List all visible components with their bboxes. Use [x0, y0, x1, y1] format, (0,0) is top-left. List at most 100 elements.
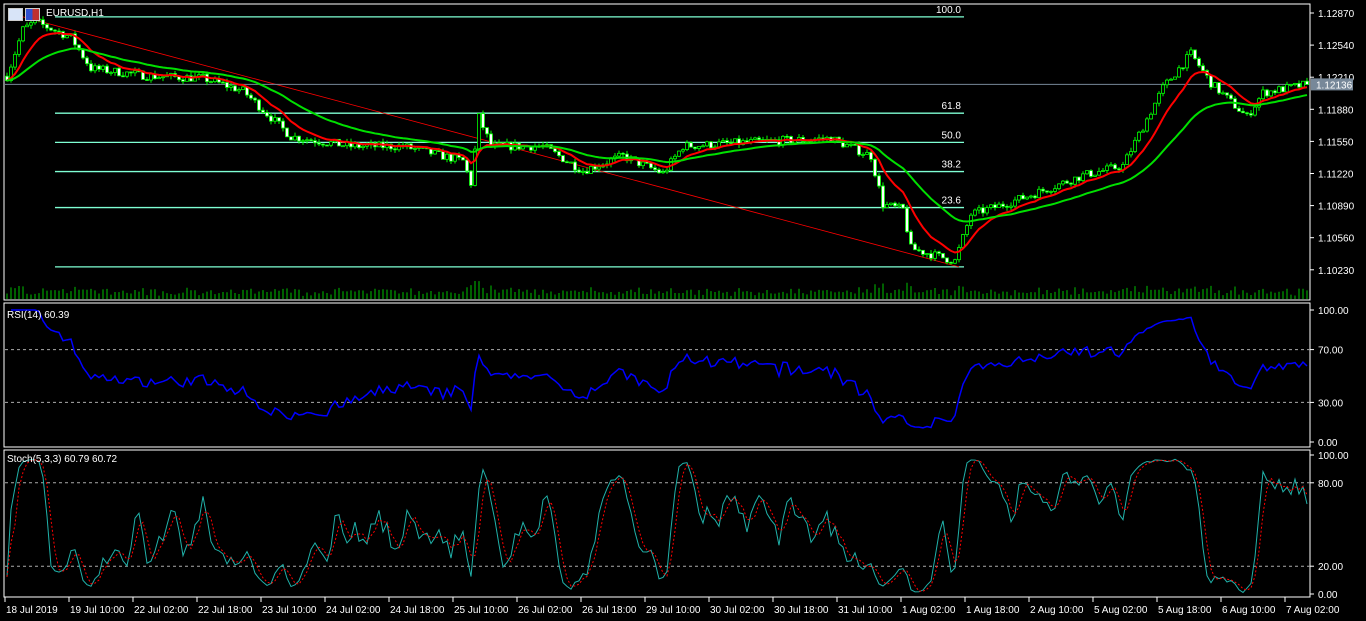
bull-candle-body	[453, 154, 457, 162]
bull-candle-body	[1213, 82, 1217, 88]
bull-candle-body	[65, 35, 69, 39]
bull-candle-body	[1037, 188, 1041, 199]
bull-candle-body	[985, 207, 989, 214]
rsi-tick-label: 0.00	[1318, 438, 1338, 449]
bear-candle-body	[1249, 113, 1253, 116]
bear-candle-body	[709, 141, 713, 149]
bull-candle-body	[341, 145, 345, 148]
bear-candle-body	[249, 94, 253, 99]
bear-candle-body	[465, 159, 469, 172]
fibo-level-label: 38.2	[942, 160, 962, 171]
time-tick-label: 2 Aug 10:00	[1030, 605, 1084, 616]
time-tick-label: 18 Jul 2019	[6, 605, 58, 616]
bear-candle-body	[981, 207, 985, 214]
bear-candle-body	[873, 158, 877, 177]
bear-candle-body	[97, 65, 101, 70]
bear-candle-body	[281, 120, 285, 129]
time-tick-label: 1 Aug 02:00	[902, 605, 956, 616]
bull-candle-body	[361, 145, 365, 148]
bull-candle-body	[845, 143, 849, 148]
time-tick-label: 1 Aug 18:00	[966, 605, 1020, 616]
bull-candle-body	[293, 135, 297, 141]
bull-candle-body	[445, 153, 449, 160]
bear-candle-body	[53, 29, 57, 32]
bull-candle-body	[1165, 79, 1169, 86]
bear-candle-body	[921, 249, 925, 255]
bear-candle-body	[441, 150, 445, 160]
bull-candle-body	[1053, 188, 1057, 192]
bull-candle-body	[677, 150, 681, 157]
bear-candle-body	[877, 175, 881, 187]
bull-candle-body	[17, 40, 21, 55]
stoch-panel-frame	[3, 449, 1311, 598]
bull-candle-body	[101, 65, 105, 70]
bear-candle-body	[1021, 195, 1025, 200]
bull-candle-body	[965, 225, 969, 235]
bull-candle-body	[597, 166, 601, 170]
bear-candle-body	[553, 148, 557, 152]
bear-candle-body	[309, 139, 313, 142]
bull-candle-body	[925, 253, 929, 255]
bull-candle-body	[701, 145, 705, 148]
bear-candle-body	[1001, 203, 1005, 207]
bull-candle-body	[569, 161, 573, 164]
bull-candle-body	[1109, 164, 1113, 167]
bull-candle-body	[133, 70, 137, 74]
time-tick-label: 5 Aug 02:00	[1094, 605, 1148, 616]
stoch-label: Stoch(5,3,3) 60.79 60.72	[7, 454, 118, 465]
bull-candle-body	[1221, 92, 1225, 95]
bull-candle-body	[1105, 165, 1109, 171]
bear-candle-body	[573, 161, 577, 171]
bull-candle-body	[21, 26, 25, 42]
bear-candle-body	[485, 127, 489, 135]
bear-candle-body	[253, 97, 257, 101]
bull-candle-body	[1269, 90, 1273, 97]
flag-icon	[25, 8, 40, 21]
stoch-main-line	[6, 458, 1308, 594]
bull-candle-body	[1025, 196, 1029, 200]
bear-candle-body	[225, 82, 229, 88]
price-tick-label: 1.12540	[1318, 41, 1355, 52]
bear-candle-body	[653, 167, 657, 171]
bear-candle-body	[1225, 92, 1229, 96]
bear-candle-body	[577, 169, 581, 173]
time-tick-label: 25 Jul 10:00	[454, 605, 509, 616]
bear-candle-body	[41, 19, 45, 25]
time-tick-label: 30 Jul 02:00	[710, 605, 765, 616]
bear-candle-body	[757, 137, 761, 140]
bull-candle-body	[1017, 195, 1021, 201]
bear-candle-body	[289, 136, 293, 141]
bull-candle-body	[157, 77, 161, 80]
chart-canvas: 1.128701.125401.122101.118801.115501.112…	[3, 3, 1355, 616]
bear-candle-body	[949, 261, 953, 264]
bull-candle-body	[1085, 170, 1089, 175]
bear-candle-body	[881, 185, 885, 209]
bear-candle-body	[317, 142, 321, 145]
bear-candle-body	[105, 65, 109, 74]
main-panel-frame	[3, 3, 1311, 301]
bear-candle-body	[221, 81, 225, 84]
bull-candle-body	[805, 140, 809, 143]
bull-candle-body	[861, 154, 865, 156]
bull-candle-body	[1293, 83, 1297, 85]
time-tick-label: 23 Jul 10:00	[262, 605, 317, 616]
bear-candle-body	[621, 152, 625, 155]
symbol-label: EURUSD,H1	[46, 8, 104, 19]
time-tick-label: 7 Aug 02:00	[1286, 605, 1340, 616]
bear-candle-body	[121, 75, 125, 78]
price-tick-label: 1.11550	[1318, 137, 1354, 148]
bull-candle-body	[273, 117, 277, 122]
bear-candle-body	[1197, 58, 1201, 67]
bull-candle-body	[1145, 118, 1149, 132]
bull-candle-body	[1081, 173, 1085, 181]
bear-candle-body	[1229, 94, 1233, 100]
price-tick-label: 1.10560	[1318, 234, 1355, 245]
bear-candle-body	[853, 143, 857, 146]
bear-candle-body	[1005, 206, 1009, 208]
time-tick-label: 24 Jul 18:00	[390, 605, 445, 616]
chart-window-icon[interactable]	[8, 8, 23, 21]
bear-candle-body	[285, 127, 289, 138]
bear-candle-body	[297, 135, 301, 142]
bear-candle-body	[729, 142, 733, 144]
bull-candle-body	[617, 152, 621, 157]
